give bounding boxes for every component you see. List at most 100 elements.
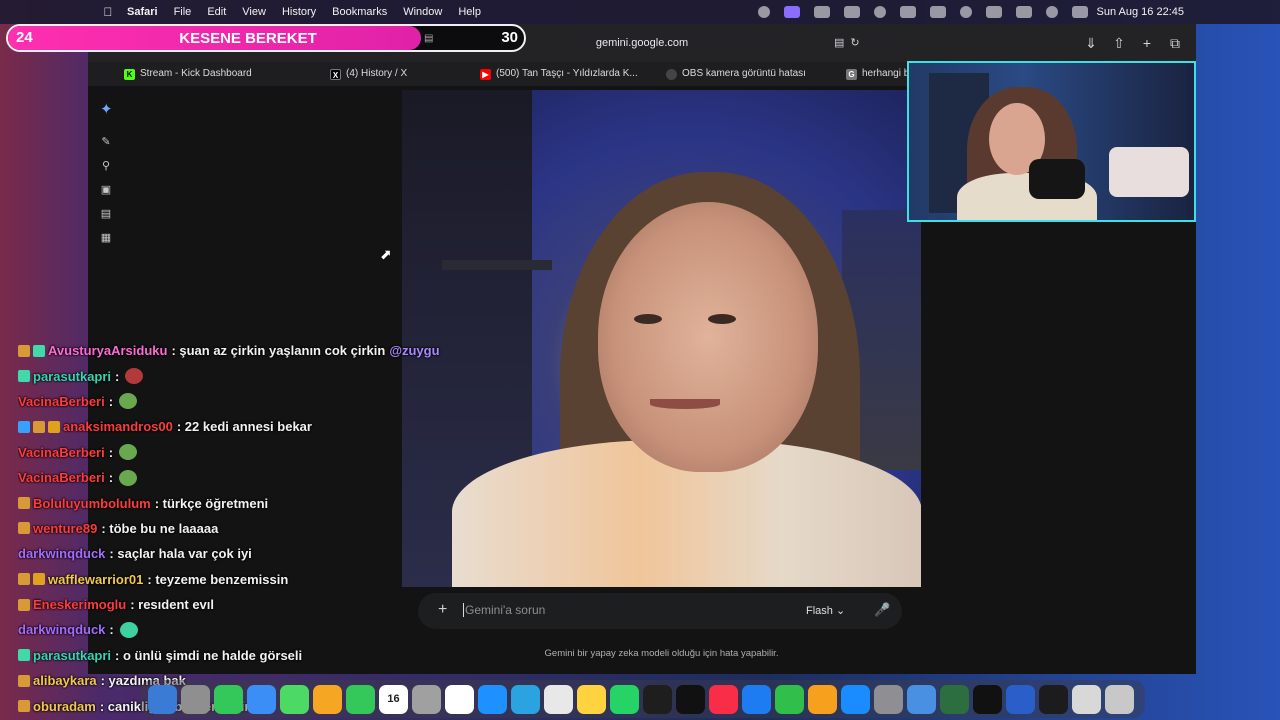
apple-menu-icon[interactable]:  <box>103 5 113 19</box>
tab-label: (4) History / X <box>346 68 408 79</box>
new-chat-icon[interactable]: ✎ <box>100 136 112 148</box>
chat-text: : teyzeme benzemissin <box>147 571 289 587</box>
model-selector[interactable]: Flash ⌄ <box>806 604 845 617</box>
menu-bookmarks[interactable]: Bookmarks <box>332 6 387 18</box>
chat-username[interactable]: wafflewarrior01 <box>48 572 143 587</box>
dock-telegram-icon[interactable] <box>511 684 540 714</box>
dock-preview-icon[interactable] <box>907 684 936 714</box>
menubar-clock[interactable]: Sun Aug 16 22:45 <box>1097 0 1184 24</box>
dock-wd-icon[interactable] <box>1006 684 1035 714</box>
dock-launchpad-icon[interactable] <box>181 684 210 714</box>
chat-emote-icon <box>125 368 144 385</box>
dock-mail-icon[interactable] <box>247 684 276 714</box>
chat-username[interactable]: AvusturyaArsiduku <box>48 343 167 358</box>
chat-username[interactable]: VacinaBerberi <box>18 445 105 460</box>
menu-edit[interactable]: Edit <box>207 6 226 18</box>
status-stage-icon[interactable] <box>784 6 800 18</box>
chat-emote-icon <box>119 469 138 486</box>
menu-safari[interactable]: Safari <box>127 6 158 18</box>
status-app-icon[interactable] <box>758 6 770 18</box>
tab-kick[interactable]: K Stream - Kick Dashboard <box>124 62 252 86</box>
search-icon[interactable]: ⚲ <box>100 160 112 172</box>
dock-epic-icon[interactable] <box>973 684 1002 714</box>
chrome-status-icon[interactable] <box>874 6 886 18</box>
dock-downloads-icon[interactable] <box>1072 684 1101 714</box>
dock-contacts-icon[interactable] <box>412 684 441 714</box>
chat-username[interactable]: oburadam <box>33 699 96 714</box>
tab-overview-icon[interactable]: ⧉ <box>1168 34 1182 52</box>
dock-music-icon[interactable] <box>709 684 738 714</box>
dock-pages-icon[interactable] <box>808 684 837 714</box>
chat-username[interactable]: darkwinqduck <box>18 546 105 561</box>
menu-history[interactable]: History <box>282 6 316 18</box>
chat-username[interactable]: anaksimandros00 <box>63 419 173 434</box>
play-icon[interactable] <box>960 6 972 18</box>
tab-obs[interactable]: OBS kamera görüntü hatası <box>666 62 806 86</box>
dock-app-store-icon[interactable] <box>841 684 870 714</box>
reload-icon[interactable]: ↻ <box>850 36 859 49</box>
chat-username[interactable]: parasutkapri <box>33 369 111 384</box>
grid-status-icon[interactable] <box>844 6 860 18</box>
dock-reminders-icon[interactable] <box>445 684 474 714</box>
translate-icon[interactable]: ▤ <box>834 36 844 49</box>
dock-maps-icon[interactable] <box>280 684 309 714</box>
dock-tv-icon[interactable] <box>676 684 705 714</box>
chat-username[interactable]: parasutkapri <box>33 648 111 663</box>
chat-username[interactable]: darkwinqduck <box>18 622 105 637</box>
chat-mention[interactable]: @zuygu <box>389 343 439 358</box>
battery-icon[interactable] <box>986 6 1002 18</box>
chat-text: : <box>115 368 120 384</box>
tab-youtube[interactable]: ▶ (500) Tan Taşçı - Yıldızlarda K... <box>480 62 638 86</box>
menu-help[interactable]: Help <box>458 6 481 18</box>
control-center-icon[interactable] <box>1072 6 1088 18</box>
wd-status-icon[interactable] <box>814 6 830 18</box>
chat-username[interactable]: wenture89 <box>33 521 97 536</box>
goal-title-wrap: KESENE BEREKET <box>8 30 524 47</box>
menu-view[interactable]: View <box>242 6 266 18</box>
microphone-icon[interactable]: 🎤 <box>874 602 890 618</box>
chat-username[interactable]: Eneskerimoglu <box>33 597 126 612</box>
dock-trash-icon[interactable] <box>1105 684 1134 714</box>
dock-whatsapp-icon[interactable] <box>610 684 639 714</box>
gemini-sparkle-icon[interactable]: ✦ <box>100 102 113 117</box>
chat-username[interactable]: Boluluyumbolulum <box>33 496 151 511</box>
dock-facetime-icon[interactable] <box>346 684 375 714</box>
dock-calendar-icon[interactable]: 16 <box>379 684 408 714</box>
dock-settings-icon[interactable] <box>874 684 903 714</box>
dock-finder-icon[interactable] <box>148 684 177 714</box>
chat-username[interactable]: VacinaBerberi <box>18 394 105 409</box>
menu-file[interactable]: File <box>174 6 192 18</box>
cloud-icon[interactable] <box>930 6 946 18</box>
library-icon[interactable]: ▤ <box>100 208 112 220</box>
dock-safari-icon[interactable] <box>478 684 507 714</box>
dock-keynote-icon[interactable] <box>742 684 771 714</box>
dock-world-icon[interactable] <box>940 684 969 714</box>
share-icon[interactable]: ⇧ <box>1112 34 1126 52</box>
chat-username[interactable]: alibaykara <box>33 673 97 688</box>
gem-icon[interactable]: ▣ <box>100 184 112 196</box>
dock-freeform-icon[interactable] <box>643 684 672 714</box>
x-icon: X <box>330 68 341 80</box>
tab-label: herhangi bi <box>862 68 912 79</box>
dock-clock-icon[interactable] <box>1039 684 1068 714</box>
dock-chrome-icon[interactable] <box>544 684 573 714</box>
chat-emote-icon <box>119 621 138 638</box>
tab-google[interactable]: G herhangi bi <box>846 62 911 86</box>
chat-badge-icon <box>18 344 30 357</box>
dock-messages-icon[interactable] <box>214 684 243 714</box>
new-tab-icon[interactable]: + <box>1140 34 1154 52</box>
mouse-cursor-icon: ⬈ <box>380 246 392 262</box>
wifi-icon[interactable] <box>1016 6 1032 18</box>
download-icon[interactable]: ⇓ <box>1084 34 1098 52</box>
menu-window[interactable]: Window <box>403 6 442 18</box>
apps-icon[interactable]: ▦ <box>100 232 112 244</box>
spotlight-search-icon[interactable] <box>1046 6 1058 18</box>
bluetooth-icon[interactable] <box>900 6 916 18</box>
tab-label: Stream - Kick Dashboard <box>140 68 252 79</box>
dock-notes-icon[interactable] <box>577 684 606 714</box>
dock-photos-icon[interactable] <box>313 684 342 714</box>
chat-message: VacinaBerberi: <box>18 465 558 490</box>
chat-username[interactable]: VacinaBerberi <box>18 470 105 485</box>
tab-x[interactable]: X (4) History / X <box>330 62 407 86</box>
dock-numbers-icon[interactable] <box>775 684 804 714</box>
